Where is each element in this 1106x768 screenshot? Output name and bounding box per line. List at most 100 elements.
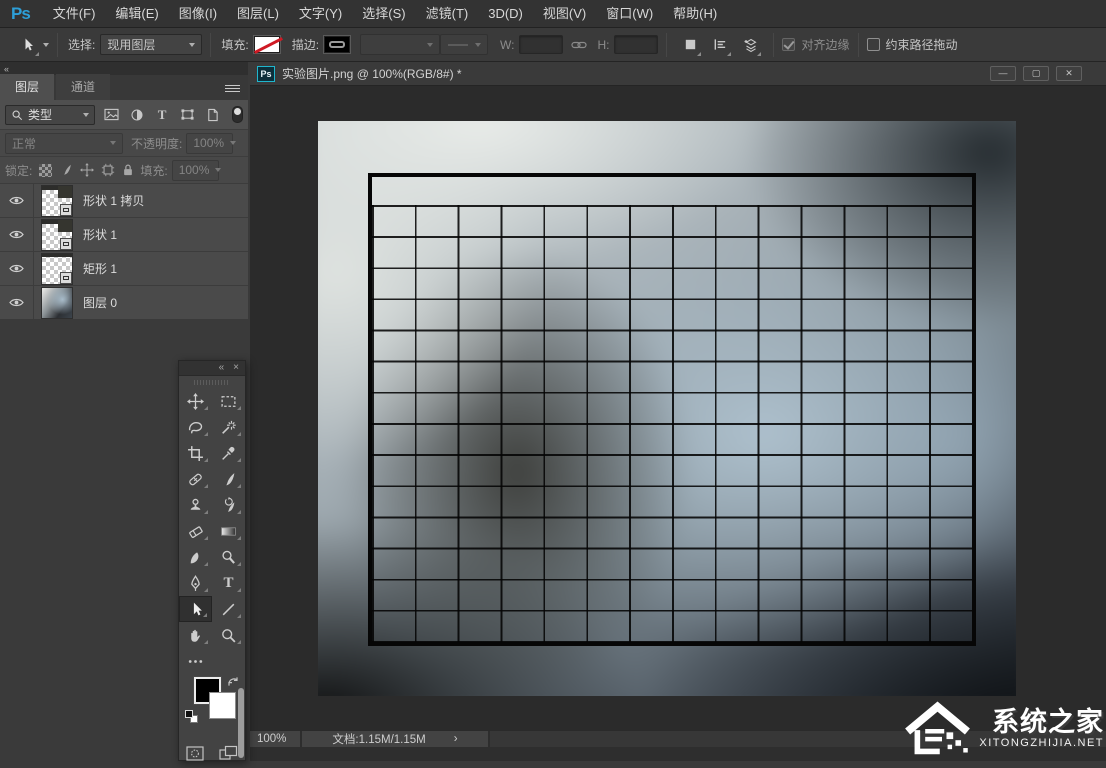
menu-item-filter[interactable]: 滤镜(T) [416, 0, 479, 27]
filter-adjustment-layers-icon[interactable] [129, 106, 145, 123]
fill-dropdown[interactable]: 100% [171, 159, 222, 181]
link-dimensions-icon[interactable] [571, 39, 588, 51]
type-tool[interactable]: T [212, 570, 245, 596]
clone-stamp-tool[interactable] [179, 492, 212, 518]
layer-row[interactable]: 形状 1 拷贝 [0, 183, 248, 217]
menu-item-image[interactable]: 图像(I) [169, 0, 227, 27]
stroke-width-dropdown[interactable] [360, 34, 441, 55]
layer-thumbnail[interactable] [41, 184, 73, 217]
filter-pixel-layers-icon[interactable] [104, 106, 120, 123]
path-arrangement-button[interactable] [738, 33, 762, 57]
constrain-path-checkbox[interactable] [866, 38, 880, 51]
eraser-tool[interactable] [179, 518, 212, 544]
layer-name[interactable]: 图层 0 [83, 294, 117, 311]
blend-mode-dropdown[interactable]: 正常 [5, 132, 123, 154]
visibility-cell[interactable] [0, 286, 34, 319]
move-tool[interactable] [179, 388, 212, 414]
grid-table-shape[interactable] [368, 173, 976, 646]
menu-item-3d[interactable]: 3D(D) [478, 0, 533, 27]
opacity-dropdown[interactable]: 100% [186, 132, 237, 154]
visibility-cell[interactable] [0, 252, 34, 285]
document-info[interactable]: 文档:1.15M/1.15M › [302, 731, 490, 747]
zoom-level-field[interactable]: 100% [250, 731, 302, 747]
current-tool-icon[interactable] [16, 33, 40, 57]
minimize-button[interactable]: — [990, 66, 1016, 81]
spot-healing-tool[interactable] [179, 466, 212, 492]
maximize-button[interactable]: ▢ [1023, 66, 1049, 81]
document-tab[interactable]: Ps 实验图片.png @ 100%(RGB/8#) * — ▢ ✕ [250, 62, 1106, 86]
collapse-tools-icon[interactable]: « [219, 363, 225, 373]
layer-name[interactable]: 形状 1 [83, 226, 117, 243]
filter-smart-objects-icon[interactable] [204, 106, 220, 123]
layer-row[interactable]: 矩形 1 [0, 251, 248, 285]
select-mode-dropdown[interactable]: 现用图层 [100, 34, 203, 55]
brush-tool[interactable] [212, 466, 245, 492]
filter-type-layers-icon[interactable]: T [154, 106, 170, 123]
height-field[interactable] [614, 35, 659, 54]
hand-tool[interactable] [179, 622, 212, 648]
lock-position-icon[interactable] [80, 163, 95, 177]
layer-thumbnail[interactable] [41, 286, 73, 319]
pen-tool[interactable] [179, 570, 212, 596]
background-color-swatch[interactable] [209, 692, 236, 719]
screen-mode-button[interactable] [219, 745, 238, 761]
close-tools-icon[interactable]: × [233, 363, 239, 373]
tool-preset-caret-icon[interactable] [43, 42, 49, 47]
path-selection-tool[interactable] [179, 596, 212, 622]
stroke-style-dropdown[interactable] [440, 34, 489, 55]
close-button[interactable]: ✕ [1056, 66, 1082, 81]
panel-menu-icon[interactable] [225, 85, 240, 94]
status-chevron-icon[interactable]: › [454, 733, 458, 745]
lock-transparency-icon[interactable] [39, 163, 53, 177]
history-brush-tool[interactable] [212, 492, 245, 518]
visibility-cell[interactable] [0, 218, 34, 251]
layer-thumbnail[interactable] [41, 218, 73, 251]
lock-all-icon[interactable] [122, 163, 134, 177]
canvas-image[interactable] [318, 121, 1016, 696]
crop-tool[interactable] [179, 440, 212, 466]
filter-shape-layers-icon[interactable] [179, 106, 195, 123]
layer-name[interactable]: 矩形 1 [83, 260, 117, 277]
layer-row[interactable]: 图层 0 [0, 285, 248, 319]
tab-channels[interactable]: 通道 [56, 74, 111, 100]
visibility-cell[interactable] [0, 184, 34, 217]
menu-item-help[interactable]: 帮助(H) [663, 0, 727, 27]
menu-item-layer[interactable]: 图层(L) [227, 0, 289, 27]
zoom-tool[interactable] [212, 622, 245, 648]
filter-toggle-switch[interactable] [232, 106, 243, 123]
edit-toolbar-icon[interactable] [179, 648, 212, 674]
default-colors-icon[interactable] [185, 710, 198, 723]
lock-artboard-icon[interactable] [101, 163, 115, 177]
tools-panel-header[interactable]: « × [179, 361, 245, 376]
layer-thumbnail[interactable] [41, 252, 73, 285]
menu-item-type[interactable]: 文字(Y) [289, 0, 352, 27]
swap-colors-icon[interactable] [226, 675, 240, 689]
path-operations-button[interactable] [678, 33, 702, 57]
eyedropper-tool[interactable] [212, 440, 245, 466]
menu-item-view[interactable]: 视图(V) [533, 0, 596, 27]
menu-item-edit[interactable]: 编辑(E) [105, 0, 168, 27]
layer-name[interactable]: 形状 1 拷贝 [83, 192, 144, 209]
line-tool[interactable] [212, 596, 245, 622]
layer-row[interactable]: 形状 1 [0, 217, 248, 251]
dodge-tool[interactable] [212, 544, 245, 570]
gradient-tool[interactable] [212, 518, 245, 544]
filter-type-dropdown[interactable]: 类型 [5, 104, 95, 125]
collapse-panel-icon[interactable]: « [4, 64, 9, 74]
menu-item-window[interactable]: 窗口(W) [596, 0, 663, 27]
lock-pixels-brush-icon[interactable] [59, 163, 73, 177]
stroke-swatch[interactable] [323, 35, 352, 54]
smudge-tool[interactable] [179, 544, 212, 570]
align-edges-checkbox[interactable] [782, 38, 796, 51]
quick-mask-button[interactable] [186, 745, 204, 761]
panel-grip[interactable] [179, 376, 245, 388]
menu-item-select[interactable]: 选择(S) [352, 0, 415, 27]
fill-swatch-none[interactable] [252, 35, 281, 54]
path-alignment-button[interactable] [708, 33, 732, 57]
canvas-area[interactable] [250, 87, 1106, 730]
quick-selection-tool[interactable] [212, 414, 245, 440]
tools-panel-scrollbar[interactable] [238, 688, 244, 758]
marquee-tool[interactable] [212, 388, 245, 414]
width-field[interactable] [519, 35, 564, 54]
menu-item-file[interactable]: 文件(F) [43, 0, 106, 27]
